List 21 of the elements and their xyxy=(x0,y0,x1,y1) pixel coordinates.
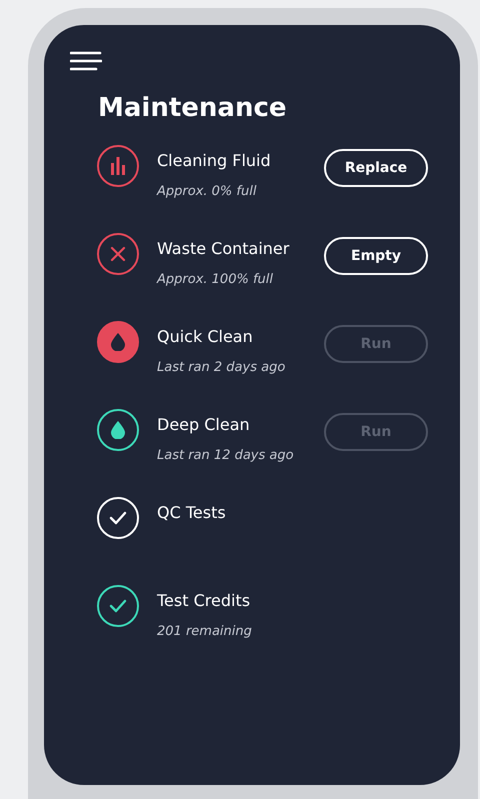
check-icon xyxy=(109,599,127,613)
action-button[interactable]: Replace xyxy=(324,149,428,187)
item-name: Cleaning Fluid xyxy=(157,151,272,170)
page-title: Maintenance xyxy=(98,93,288,123)
item-detail: 201 remaining xyxy=(157,624,253,639)
action-button[interactable]: Empty xyxy=(324,237,428,275)
item-name: Deep Clean xyxy=(157,415,251,434)
item-detail: Approx. 0% full xyxy=(157,184,258,199)
check-icon xyxy=(109,511,127,525)
item-name: Waste Container xyxy=(157,239,290,258)
item-name: Quick Clean xyxy=(157,327,254,346)
item-name: QC Tests xyxy=(157,503,227,522)
drop-icon xyxy=(111,333,125,351)
bars-icon xyxy=(110,157,126,175)
item-detail: Approx. 100% full xyxy=(157,272,274,287)
close-icon xyxy=(110,246,126,262)
menu-icon[interactable] xyxy=(70,51,102,71)
item-detail: Last ran 2 days ago xyxy=(157,360,286,375)
item-name: Test Credits xyxy=(157,591,252,610)
item-detail: Last ran 12 days ago xyxy=(157,448,295,463)
drop-icon xyxy=(111,421,125,439)
